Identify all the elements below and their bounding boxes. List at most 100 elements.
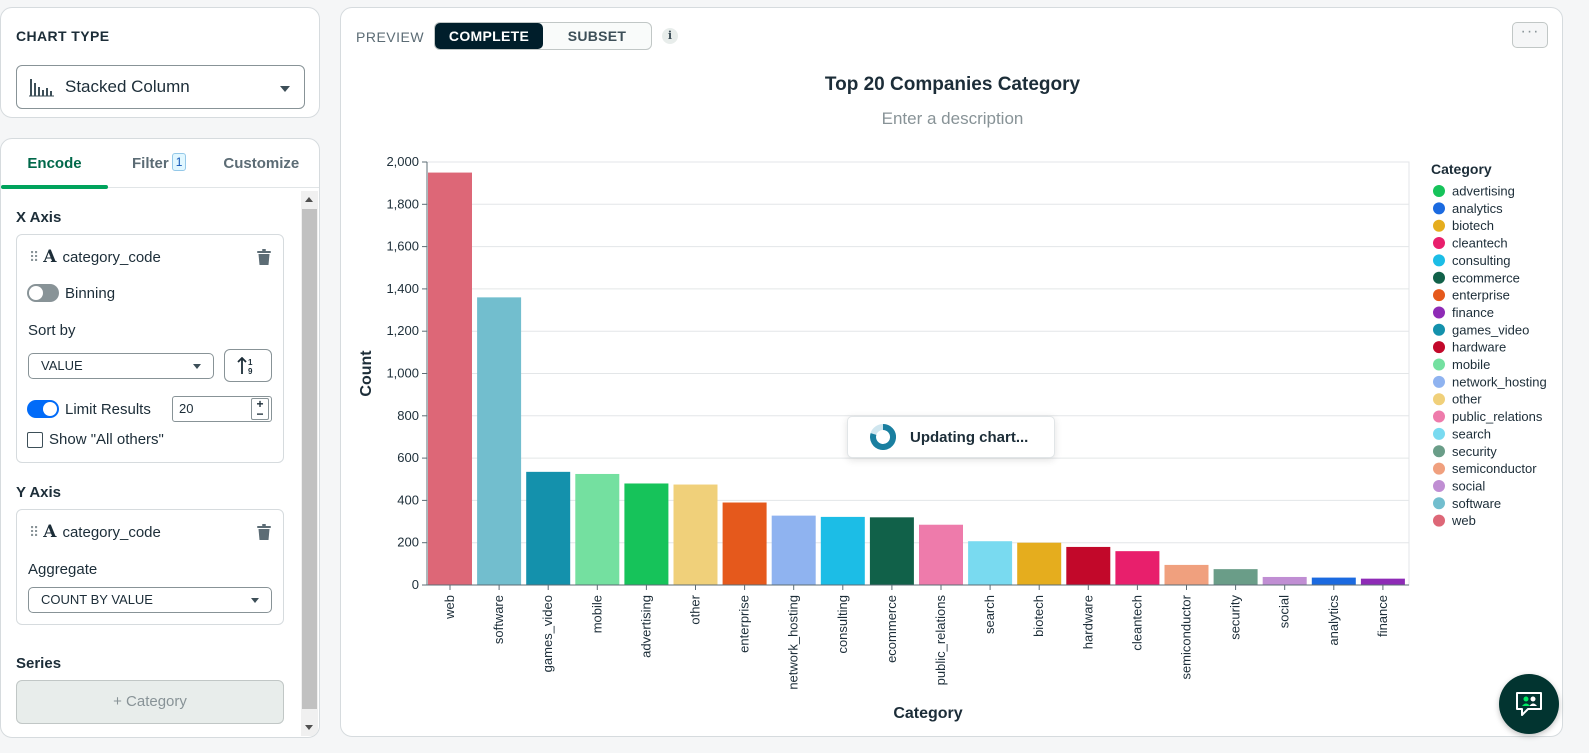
legend-swatch (1433, 289, 1445, 302)
x-tick-label: semiconductor (1179, 594, 1194, 679)
limit-results-value: 20 (179, 401, 194, 416)
legend-item-other: other (1452, 392, 1482, 407)
limit-results-row: Limit Results (27, 400, 151, 418)
binning-label: Binning (65, 284, 116, 302)
chart-preview-panel: PREVIEW COMPLETE SUBSET i ··· Top 20 Com… (340, 7, 1563, 737)
legend-title: Category (1431, 161, 1492, 177)
x-tick-label: hardware (1080, 595, 1095, 649)
show-others-checkbox[interactable] (27, 431, 43, 448)
tab-encode[interactable]: Encode (1, 139, 108, 189)
legend-item-analytics: analytics (1452, 201, 1503, 216)
legend-item-software: software (1452, 496, 1501, 511)
bar-finance (1360, 578, 1405, 585)
svg-text:9: 9 (248, 367, 253, 375)
bar-enterprise (722, 502, 767, 585)
chart-type-panel: CHART TYPE Stacked Column (0, 7, 320, 118)
legend-item-public_relations: public_relations (1452, 409, 1543, 424)
binning-row: Binning (27, 284, 115, 302)
y-tick-label: 400 (397, 492, 419, 507)
limit-results-label: Limit Results (65, 400, 151, 418)
x-tick-label: consulting (835, 595, 850, 654)
legend-swatch (1433, 341, 1445, 354)
chat-assistant-button[interactable] (1499, 674, 1559, 734)
updating-chart-toast: Updating chart... (847, 416, 1055, 458)
sort-direction-button[interactable]: 1 9 (224, 349, 272, 382)
legend-item-security: security (1452, 444, 1497, 459)
legend-swatch (1433, 479, 1445, 492)
drag-handle-icon[interactable]: ⠿ (29, 524, 39, 541)
string-type-icon: A (43, 247, 57, 267)
legend-item-mobile: mobile (1452, 357, 1490, 372)
sort-by-label: Sort by (28, 322, 76, 339)
y-tick-label: 1,800 (386, 196, 419, 211)
chevron-down-icon (251, 598, 259, 603)
bar-semiconductor (1164, 564, 1209, 585)
string-type-icon: A (43, 522, 57, 542)
updating-chart-text: Updating chart... (910, 428, 1029, 446)
legend-swatch (1433, 410, 1445, 423)
binning-toggle[interactable] (27, 284, 59, 302)
legend-item-enterprise: enterprise (1452, 288, 1510, 303)
encode-scrollbar[interactable] (301, 191, 318, 736)
aggregate-select[interactable]: COUNT BY VALUE (28, 587, 272, 613)
show-others-row: Show "All others" (27, 431, 164, 448)
x-tick-label: ecommerce (884, 595, 899, 663)
tab-filter[interactable]: Filter 1 (132, 139, 187, 188)
bar-mobile (575, 473, 620, 585)
scroll-down-icon[interactable] (305, 725, 313, 730)
legend-swatch (1433, 271, 1445, 284)
x-tick-label: search (982, 595, 997, 634)
bar-search (968, 541, 1013, 585)
bar-analytics (1311, 577, 1356, 585)
sort-by-value: VALUE (41, 358, 83, 373)
x-tick-label: biotech (1031, 595, 1046, 637)
bar-biotech (1017, 542, 1062, 585)
x-axis-card: ⠿ A category_code Binning Sort by VALUE (16, 234, 284, 463)
y-tick-label: 1,000 (386, 366, 419, 381)
x-axis-title: Category (893, 705, 962, 722)
limit-results-toggle[interactable] (27, 400, 59, 418)
legend-swatch (1433, 393, 1445, 406)
encode-scroll-area: X Axis ⠿ A category_code Binning Sort by… (1, 189, 301, 737)
legend-swatch (1433, 306, 1445, 319)
stepper-icon[interactable]: + − (251, 398, 269, 420)
legend-swatch (1433, 375, 1445, 388)
x-tick-label: games_video (540, 595, 555, 672)
legend-swatch (1433, 254, 1445, 267)
legend-item-search: search (1452, 426, 1491, 441)
bar-cleantech (1115, 551, 1160, 585)
aggregate-value: COUNT BY VALUE (41, 592, 153, 607)
x-axis-field[interactable]: ⠿ A category_code (29, 247, 161, 267)
bar-software (477, 297, 522, 585)
trash-icon[interactable] (257, 524, 271, 540)
tab-filter-label: Filter (132, 155, 169, 172)
x-axis-field-name: category_code (62, 248, 161, 266)
bar-games_video (526, 471, 571, 585)
bar-other (673, 484, 718, 585)
legend-item-social: social (1452, 478, 1485, 493)
trash-icon[interactable] (257, 249, 271, 265)
x-tick-label: finance (1375, 595, 1390, 637)
drag-handle-icon[interactable]: ⠿ (29, 249, 39, 266)
chart-type-select[interactable]: Stacked Column (16, 65, 305, 109)
x-tick-label: public_relations (933, 595, 948, 686)
tab-customize[interactable]: Customize (223, 139, 299, 188)
x-tick-label: web (442, 595, 457, 620)
sort-by-select[interactable]: VALUE (28, 353, 214, 379)
legend-item-network_hosting: network_hosting (1452, 374, 1547, 389)
encode-tabs: Encode Filter 1 Customize (1, 139, 319, 189)
limit-results-input[interactable]: 20 + − (172, 396, 272, 422)
loading-spinner-icon (870, 424, 896, 450)
add-series-button[interactable]: + Category (16, 680, 284, 724)
y-tick-label: 600 (397, 450, 419, 465)
aggregate-label: Aggregate (28, 561, 98, 578)
scroll-thumb[interactable] (302, 209, 317, 709)
legend-item-cleantech: cleantech (1452, 236, 1508, 251)
y-axis-field[interactable]: ⠿ A category_code (29, 522, 161, 542)
chevron-down-icon (280, 86, 290, 92)
x-tick-label: security (1228, 595, 1243, 640)
x-axis-heading: X Axis (16, 209, 62, 226)
scroll-up-icon[interactable] (305, 197, 313, 202)
y-tick-label: 1,600 (386, 239, 419, 254)
y-axis-heading: Y Axis (16, 484, 62, 501)
